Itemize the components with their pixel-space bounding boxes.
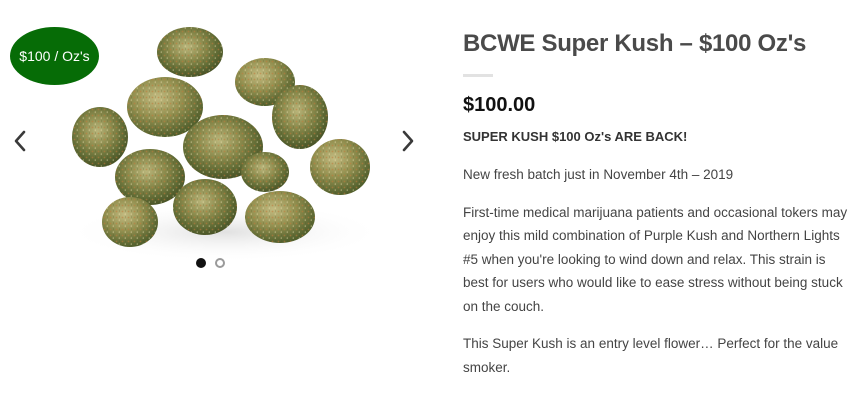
- gallery-dot-2[interactable]: [215, 258, 225, 268]
- description-paragraph-3: This Super Kush is an entry level flower…: [463, 336, 839, 375]
- gallery-next-button[interactable]: [396, 126, 420, 156]
- product-price: $100.00: [463, 94, 536, 116]
- product-image[interactable]: [55, 12, 395, 267]
- product-summary: BCWE Super Kush – $100 Oz's $100.00 SUPE…: [463, 26, 848, 379]
- chevron-right-icon: [402, 130, 414, 152]
- description-paragraph-2: First-time medical marijuana patients an…: [463, 204, 848, 314]
- title-divider: [463, 74, 493, 77]
- product-gallery: $100 / Oz's: [0, 0, 430, 290]
- gallery-dots: [196, 258, 225, 268]
- gallery-dot-1[interactable]: [196, 258, 206, 268]
- product-title: BCWE Super Kush – $100 Oz's: [463, 30, 807, 57]
- gallery-prev-button[interactable]: [8, 126, 32, 156]
- sale-badge-label: $100 / Oz's: [19, 48, 90, 64]
- sale-badge: $100 / Oz's: [10, 27, 99, 85]
- chevron-left-icon: [14, 130, 26, 152]
- product-headline: SUPER KUSH $100 Oz's ARE BACK!: [463, 129, 688, 144]
- description-paragraph-1: New fresh batch just in November 4th – 2…: [463, 167, 734, 182]
